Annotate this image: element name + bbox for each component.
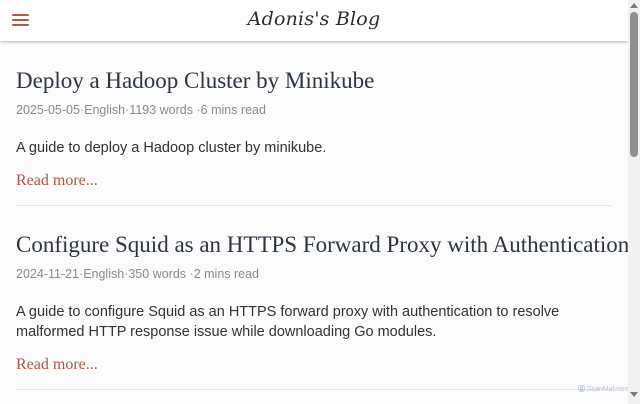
post-divider bbox=[16, 389, 612, 390]
post-read-time: 2 mins read bbox=[193, 267, 260, 281]
post-meta: 2025-05-05·English·1193 words ·6 mins re… bbox=[16, 103, 612, 118]
scrollbar-thumb[interactable] bbox=[630, 12, 638, 157]
read-more-link[interactable]: Read more... bbox=[16, 172, 98, 190]
post-excerpt: A guide to configure Squid as an HTTPS f… bbox=[16, 304, 560, 340]
read-more-link[interactable]: Read more... bbox=[16, 356, 98, 374]
scroll-up-arrow-icon[interactable] bbox=[630, 3, 638, 8]
post-title-link[interactable]: Deploy a Hadoop Cluster by Minikube bbox=[16, 67, 612, 95]
post-title-link[interactable]: Configure Squid as an HTTPS Forward Prox… bbox=[16, 231, 628, 259]
site-header: Adonis's Blog bbox=[0, 0, 628, 41]
post-language: English bbox=[84, 103, 126, 117]
vertical-scrollbar[interactable] bbox=[628, 0, 640, 404]
post-date: 2025-05-05 bbox=[16, 103, 80, 117]
post-word-count: 350 words bbox=[128, 267, 187, 281]
post-list: Deploy a Hadoop Cluster by Minikube 2025… bbox=[0, 41, 628, 404]
post-read-time: 6 mins read bbox=[200, 103, 266, 117]
post-item: Configure Squid as an HTTPS Forward Prox… bbox=[16, 231, 628, 374]
post-divider bbox=[16, 205, 612, 206]
post-word-count: 1193 words bbox=[129, 103, 193, 117]
site-title-link[interactable]: Adonis's Blog bbox=[0, 8, 628, 30]
post-item: Deploy a Hadoop Cluster by Minikube 2025… bbox=[16, 67, 612, 190]
post-excerpt: A guide to deploy a Hadoop cluster by mi… bbox=[16, 140, 327, 156]
watermark-logo-icon: ⓖ bbox=[578, 386, 585, 393]
watermark: ⓖ ScanMalware bbox=[578, 384, 629, 394]
post-language: English bbox=[83, 267, 125, 281]
post-date: 2024-11-21 bbox=[16, 267, 80, 281]
post-meta: 2024-11-21·English·350 words ·2 mins rea… bbox=[16, 267, 612, 282]
watermark-text: ScanMalware bbox=[586, 386, 630, 393]
scroll-down-arrow-icon[interactable] bbox=[630, 392, 638, 397]
